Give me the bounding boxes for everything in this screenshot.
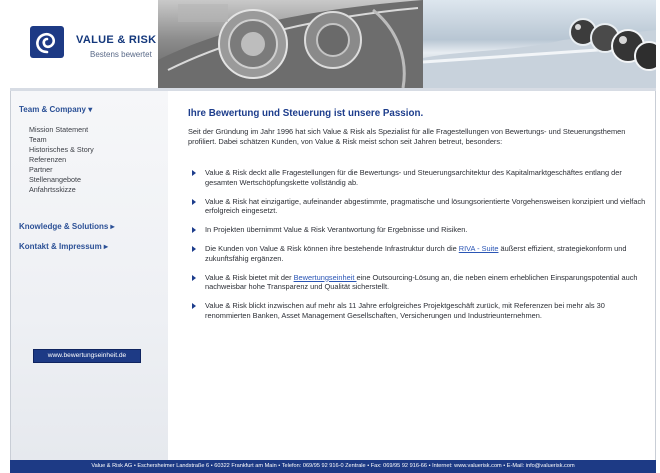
brand-name: VALUE & RISK bbox=[76, 34, 157, 46]
nav-item-partner[interactable]: Partner bbox=[29, 165, 53, 174]
list-item: Value & Risk bietet mit der Bewertungsei… bbox=[188, 273, 650, 293]
bullet-arrow-icon bbox=[192, 274, 196, 281]
intro-paragraph: Seit der Gründung im Jahr 1996 hat sich … bbox=[188, 127, 626, 146]
car-headlights-icon bbox=[158, 0, 423, 88]
nav-item-stellenangebote[interactable]: Stellenangebote bbox=[29, 175, 81, 184]
list-item-text: Value & Risk blickt inzwischen auf mehr … bbox=[205, 301, 605, 320]
benefits-list: Value & Risk deckt alle Fragestellungen … bbox=[188, 168, 650, 330]
nav-item-mission-statement[interactable]: Mission Statement bbox=[29, 125, 88, 134]
nav-knowledge-solutions[interactable]: Knowledge & Solutions ▸ bbox=[19, 222, 115, 231]
page-title: Ihre Bewertung und Steuerung ist unsere … bbox=[188, 108, 424, 119]
nav-item-team[interactable]: Team bbox=[29, 135, 47, 144]
chrome-spheres-icon bbox=[422, 18, 656, 88]
list-item-text-before: Die Kunden von Value & Risk können ihre … bbox=[205, 243, 459, 253]
list-item-text: Value & Risk hat einzigartige, aufeinand… bbox=[205, 196, 646, 216]
list-item: Value & Risk deckt alle Fragestellungen … bbox=[188, 168, 650, 188]
bullet-arrow-icon bbox=[192, 303, 196, 310]
bewertungseinheit-link-button[interactable]: www.bewertungseinheit.de bbox=[33, 349, 141, 363]
nav-item-historisches-story[interactable]: Historisches & Story bbox=[29, 145, 94, 154]
sidebar: Team & Company ▾ Mission Statement Team … bbox=[11, 91, 168, 460]
bullet-arrow-icon bbox=[192, 227, 196, 234]
footer-contact-bar: Value & Risk AG • Eschersheimer Landstra… bbox=[10, 460, 656, 473]
nav-team-company[interactable]: Team & Company ▾ bbox=[19, 105, 92, 114]
nav-item-anfahrtsskizze[interactable]: Anfahrtsskizze bbox=[29, 185, 76, 194]
bewertungseinheit-link[interactable]: Bewertungseinheit bbox=[294, 273, 357, 282]
bullet-arrow-icon bbox=[192, 198, 196, 205]
banner-image-left bbox=[158, 0, 423, 88]
list-item: Value & Risk blickt inzwischen auf mehr … bbox=[188, 301, 650, 321]
list-item-text: In Projekten übernimmt Value & Risk Vera… bbox=[205, 225, 468, 235]
nav-item-referenzen[interactable]: Referenzen bbox=[29, 155, 66, 164]
banner-image-right bbox=[422, 0, 656, 88]
logo[interactable]: VALUE & RISK Bestens bewertet bbox=[10, 0, 158, 88]
list-item-text-before: Value & Risk bietet mit der bbox=[205, 272, 294, 282]
header-banner bbox=[158, 0, 656, 88]
brand-tagline: Bestens bewertet bbox=[90, 50, 152, 59]
list-item: Die Kunden von Value & Risk können ihre … bbox=[188, 244, 650, 264]
riva-suite-link[interactable]: RIVA - Suite bbox=[459, 244, 499, 253]
bullet-arrow-icon bbox=[192, 245, 196, 252]
bullet-arrow-icon bbox=[192, 170, 196, 176]
logo-spiral-icon bbox=[30, 26, 64, 58]
list-item-text: Value & Risk deckt alle Fragestellungen … bbox=[205, 168, 622, 187]
nav-kontakt-impressum[interactable]: Kontakt & Impressum ▸ bbox=[19, 242, 108, 251]
list-item: Value & Risk hat einzigartige, aufeinand… bbox=[188, 197, 650, 217]
list-item: In Projekten übernimmt Value & Risk Vera… bbox=[188, 225, 650, 235]
